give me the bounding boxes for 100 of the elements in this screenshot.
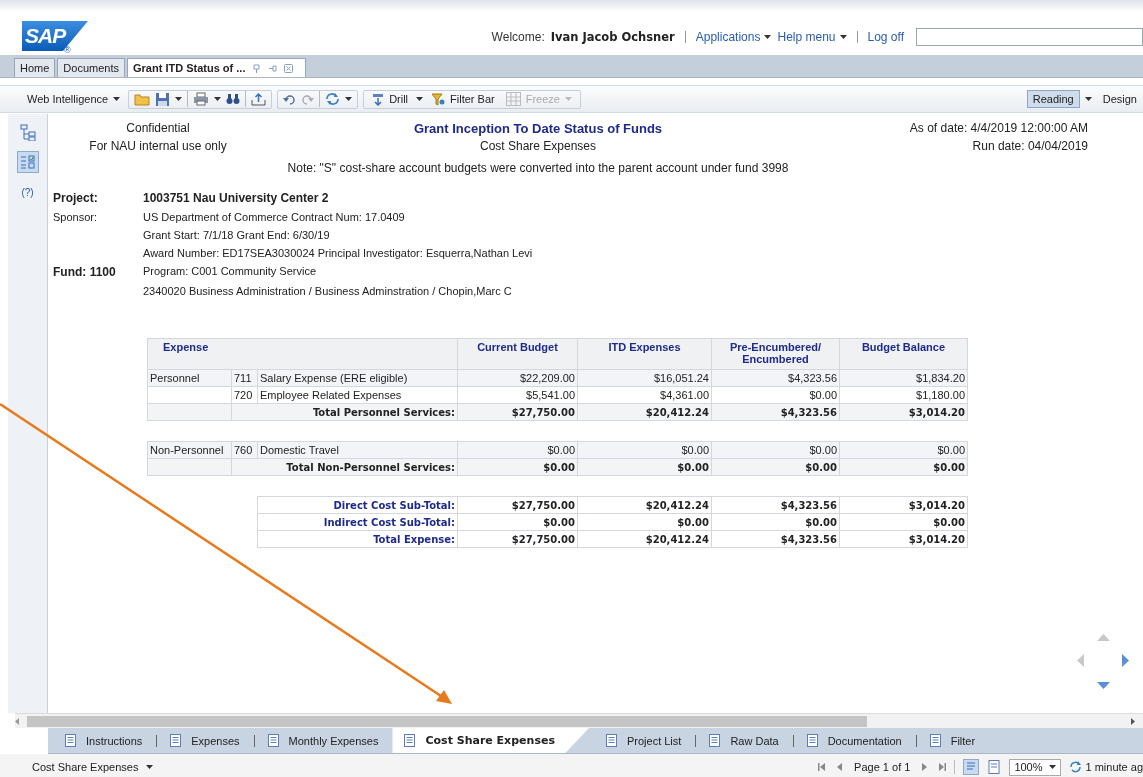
- sheet-tab[interactable]: Filter: [926, 728, 990, 753]
- info-value: 1003751 Nau University Center 2: [143, 191, 329, 205]
- report-title: Grant Inception To Date Status of Funds: [412, 121, 664, 136]
- filter-icon: [431, 92, 446, 106]
- column-header: Expense: [147, 338, 458, 370]
- caret-icon[interactable]: [175, 97, 183, 101]
- document-tab[interactable]: Documents: [57, 58, 125, 77]
- refresh-status-button[interactable]: 1 minute ag: [1068, 761, 1143, 773]
- internal-use-label: For NAU internal use only: [88, 139, 228, 153]
- mode-button[interactable]: Design: [1096, 90, 1143, 108]
- page-view-icon[interactable]: [963, 759, 980, 775]
- caret-icon[interactable]: [1048, 765, 1056, 769]
- arrow-up-icon[interactable]: [1097, 634, 1110, 641]
- table-cell: $27,750.00: [457, 496, 578, 514]
- close-icon[interactable]: [284, 63, 294, 73]
- mode-button[interactable]: Reading: [1026, 90, 1080, 108]
- search-field[interactable]: [916, 28, 1143, 46]
- column-header: Budget Balance: [839, 338, 968, 370]
- binoculars-icon[interactable]: [226, 93, 241, 105]
- side-panel-button[interactable]: [16, 151, 39, 173]
- header-link[interactable]: Applications: [695, 30, 772, 44]
- horizontal-scrollbar[interactable]: [15, 713, 1143, 728]
- caret-icon[interactable]: [113, 97, 121, 101]
- drill-button[interactable]: Drill: [369, 90, 412, 108]
- info-label: Fund: 1100: [53, 265, 116, 279]
- caret-icon[interactable]: [839, 35, 847, 39]
- table-cell: $0.00: [711, 441, 840, 459]
- caret-icon[interactable]: [146, 765, 154, 769]
- caret-icon[interactable]: [345, 97, 353, 101]
- user-name: Ivan Jacob Ochsner: [550, 30, 675, 44]
- column-header: ITD Expenses: [577, 338, 712, 370]
- sheet-tab[interactable]: Instructions: [62, 728, 157, 753]
- document-icon: [929, 734, 941, 747]
- sheet-tab[interactable]: Cost Share Expenses: [392, 728, 589, 753]
- zoom-dropdown[interactable]: 100%: [1009, 758, 1061, 776]
- table-cell: $0.00: [577, 441, 712, 459]
- previous-page-icon[interactable]: [837, 763, 843, 771]
- document-tab[interactable]: Grant ITD Status of ...: [127, 58, 307, 77]
- quick-view-icon[interactable]: [987, 760, 1002, 774]
- info-value: Program: C001 Community Service: [143, 265, 316, 279]
- table-cell: $0.00: [839, 441, 968, 459]
- confidential-label: Confidential: [125, 121, 191, 136]
- as-of-date: As of date: 4/4/2019 12:00:00 AM: [908, 121, 1088, 136]
- header-link[interactable]: Help menu: [777, 30, 847, 44]
- caret-icon[interactable]: [416, 97, 424, 101]
- save-icon[interactable]: [155, 91, 171, 107]
- info-value: Grant Start: 7/1/18 Grant End: 6/30/19: [143, 229, 330, 241]
- refresh-icon: [1068, 761, 1082, 773]
- table-cell: $3,014.20: [839, 496, 968, 514]
- table-cell: 760: [231, 441, 258, 459]
- table-cell: $20,412.24: [577, 496, 712, 514]
- report-subtitle: Cost Share Expenses: [478, 139, 598, 153]
- welcome-label: Welcome:: [491, 30, 545, 44]
- info-label: Project:: [53, 191, 98, 205]
- pin-icon[interactable]: [268, 63, 278, 73]
- tree-icon: [19, 123, 36, 141]
- redo-icon[interactable]: [301, 93, 315, 105]
- drill-icon: [372, 92, 385, 106]
- scroll-right-icon[interactable]: [1131, 717, 1135, 725]
- undo-icon[interactable]: [283, 93, 297, 105]
- scrollbar-thumb[interactable]: [27, 715, 867, 727]
- sheet-tab[interactable]: Documentation: [803, 728, 916, 753]
- table-cell: $4,323.56: [711, 496, 840, 514]
- info-value: Award Number: ED17SEA3030024 Principal Investigator: Esquerra,Nathan Levi: [143, 247, 533, 259]
- report-note: Note: "S" cost-share account budgets were converted into the parent account under fund 3998: [286, 160, 790, 175]
- caret-icon[interactable]: [764, 35, 772, 39]
- document-icon: [709, 734, 721, 747]
- document-tab[interactable]: Home: [14, 58, 56, 77]
- report-menu-button[interactable]: Cost Share Expenses: [32, 761, 154, 773]
- document-icon: [170, 734, 182, 747]
- header-link[interactable]: Log off: [867, 30, 904, 44]
- arrow-down-icon[interactable]: [1097, 682, 1110, 689]
- table-cell: Direct Cost Sub-Total:: [257, 496, 458, 514]
- app-menu-button[interactable]: Web Intelligence: [24, 91, 124, 107]
- folder-icon[interactable]: [134, 92, 151, 106]
- last-page-icon[interactable]: [939, 763, 947, 771]
- run-date: Run date: 04/04/2019: [971, 139, 1088, 153]
- page-indicator: Page 1 of 1: [854, 761, 911, 773]
- next-page-icon[interactable]: [922, 763, 928, 771]
- sheet-tab[interactable]: Project List: [602, 728, 696, 753]
- sheet-tab[interactable]: Monthly Expenses: [264, 728, 393, 753]
- first-page-icon[interactable]: [818, 763, 826, 771]
- sheet-tab[interactable]: Expenses: [167, 728, 254, 753]
- caret-icon[interactable]: [1084, 97, 1092, 101]
- printer-icon[interactable]: [193, 92, 210, 106]
- scroll-left-icon[interactable]: [15, 717, 19, 725]
- registered-mark: ®: [64, 45, 71, 55]
- info-label: Sponsor:: [53, 211, 98, 223]
- sheet-tab[interactable]: Raw Data: [706, 728, 793, 753]
- arrow-left-icon[interactable]: [1077, 654, 1084, 667]
- arrow-right-icon[interactable]: [1122, 654, 1129, 667]
- export-icon[interactable]: [251, 92, 267, 106]
- filter-bar-button[interactable]: Filter Bar: [428, 90, 498, 108]
- document-icon: [605, 734, 617, 747]
- column-header: Pre-Encumbered/ Encumbered: [711, 338, 840, 370]
- grid-icon: [505, 92, 521, 106]
- refresh-icon[interactable]: [325, 92, 341, 106]
- caret-icon[interactable]: [214, 97, 222, 101]
- pin-icon[interactable]: [252, 63, 262, 73]
- side-panel-button[interactable]: (?): [16, 181, 39, 203]
